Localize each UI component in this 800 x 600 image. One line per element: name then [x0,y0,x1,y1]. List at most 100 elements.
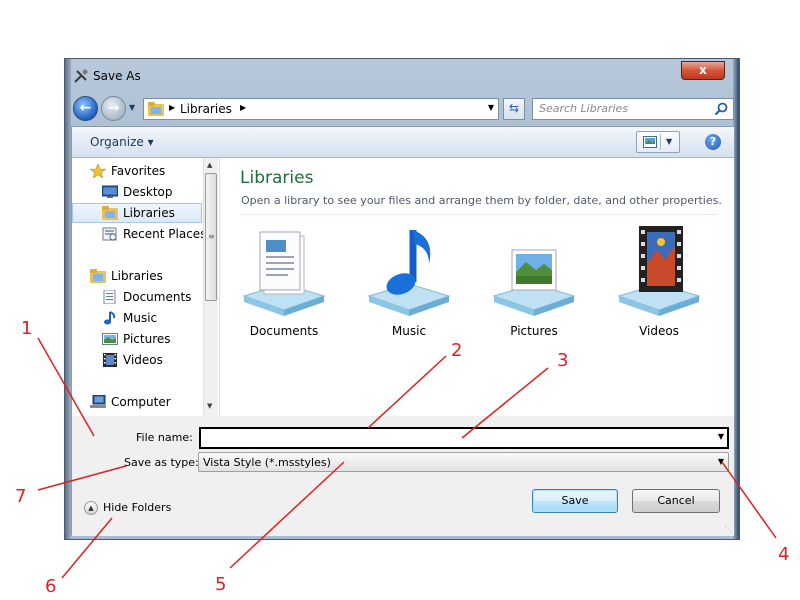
library-tile-pictures[interactable]: Pictures [484,224,584,344]
hide-folders-label: Hide Folders [103,501,172,514]
callout-label-3: 3 [557,350,569,371]
back-button[interactable]: ← [73,96,98,121]
sidebar-item-desktop[interactable]: Desktop [72,182,202,202]
recent-pages-dropdown-icon[interactable]: ▼ [129,103,137,113]
chevron-up-icon[interactable]: ▲ [84,501,98,515]
library-tile-label: Documents [249,324,319,338]
close-button[interactable]: x [681,61,725,80]
save-as-type-dropdown-icon[interactable]: ▼ [718,457,724,466]
sidebar-item-libraries-favorite[interactable]: Libraries [72,203,202,223]
sidebar-item-label: Music [123,311,158,325]
navigation-pane-scrollbar[interactable]: ▲ ≡ ▼ [203,158,218,416]
preview-pane-icon[interactable] [643,136,657,148]
sidebar-item-music[interactable]: Music [72,308,202,328]
pictures-library-icon [492,249,576,316]
callout-label-1: 1 [21,318,33,339]
title-bar[interactable]: Save As x [65,59,739,93]
change-view-button[interactable]: ▼ [636,131,680,153]
library-tile-label: Music [391,324,427,338]
save-button[interactable]: Save [532,489,618,513]
save-as-dialog: Save As x ← → ▼ ▶ Libraries ▶ ▼ ⇆ Search… [64,58,740,540]
sidebar-item-favorites[interactable]: Favorites [72,161,202,181]
sidebar-item-label: Libraries [123,206,175,220]
address-bar[interactable]: ▶ Libraries ▶ ▼ [143,98,499,120]
library-tile-videos[interactable]: Videos [609,224,709,344]
libraries-icon [102,206,118,220]
libraries-folder-icon [148,102,164,116]
sidebar-item-label: Recent Places [123,227,207,241]
breadcrumb-chevron-icon[interactable]: ▶ [169,103,175,112]
cancel-button[interactable]: Cancel [632,489,720,513]
computer-icon [90,395,106,408]
sidebar-item-label: Libraries [111,269,163,283]
save-as-type-select[interactable]: Vista Style (*.msstyles) ▼ [198,452,729,472]
file-name-input[interactable] [203,430,707,445]
content-pane: Libraries Open a library to see your fil… [222,158,734,416]
resize-grip-icon[interactable]: ⋱ [724,525,732,534]
forward-button[interactable]: → [101,96,126,121]
refresh-button[interactable]: ⇆ [503,98,525,120]
music-icon [104,311,116,325]
library-tile-music[interactable]: Music [359,224,459,344]
command-bar: Organize ▾ ▼ ? [72,127,734,158]
sidebar-item-videos[interactable]: Videos [72,350,202,370]
search-input[interactable] [537,101,709,116]
sidebar-item-label: Videos [123,353,163,367]
desktop-icon [102,185,118,198]
search-icon[interactable] [714,102,728,116]
sidebar-item-label: Documents [123,290,192,304]
scrollbar-thumb[interactable]: ≡ [205,173,217,301]
sidebar-item-libraries[interactable]: Libraries [72,266,202,286]
scroll-down-arrow-icon[interactable]: ▼ [207,402,212,410]
navigation-pane: Favorites Desktop Libraries Recent Place… [72,158,217,416]
library-tile-label: Videos [639,324,679,338]
content-divider [240,214,718,215]
view-button-separator [660,134,661,150]
pane-splitter[interactable] [219,158,220,416]
file-name-dropdown-icon[interactable]: ▼ [718,432,724,441]
callout-label-6: 6 [45,576,57,597]
breadcrumb-chevron-icon[interactable]: ▶ [240,103,246,112]
callout-label-2: 2 [451,340,463,361]
organize-menu[interactable]: Organize ▾ [90,135,154,149]
sidebar-item-label: Favorites [111,164,166,178]
breadcrumb-libraries[interactable]: Libraries [180,102,232,116]
sidebar-item-label: Computer [111,395,171,409]
recent-places-icon [102,227,117,241]
music-library-icon [367,230,451,316]
sidebar-item-pictures[interactable]: Pictures [72,329,202,349]
documents-icon [103,290,116,304]
content-description: Open a library to see your files and arr… [241,194,722,207]
dialog-body: Organize ▾ ▼ ? Favorites Desktop Librari… [71,126,735,536]
videos-icon [103,353,117,367]
content-title: Libraries [240,168,314,188]
file-name-combobox[interactable]: ▼ [199,427,729,449]
sidebar-item-label: Pictures [123,332,171,346]
search-box[interactable] [532,98,734,120]
sidebar-item-recent-places[interactable]: Recent Places [72,224,206,244]
star-icon [90,164,106,178]
address-dropdown-icon[interactable]: ▼ [488,103,494,112]
help-icon[interactable]: ? [705,134,721,150]
documents-library-icon [242,231,326,316]
save-as-type-label: Save as type: [124,456,199,469]
save-options-panel: File name: ▼ Save as type: Vista Style (… [72,416,734,536]
videos-library-icon [617,226,701,316]
save-as-type-value: Vista Style (*.msstyles) [203,456,331,469]
libraries-icon [90,269,106,283]
view-dropdown-icon[interactable]: ▼ [666,137,672,146]
navigation-bar: ← → ▼ ▶ Libraries ▶ ▼ ⇆ [71,95,735,123]
callout-label-7: 7 [15,486,27,507]
hide-folders-button[interactable]: ▲ Hide Folders [84,500,184,520]
sidebar-item-documents[interactable]: Documents [72,287,202,307]
window-title: Save As [93,69,141,83]
pictures-icon [102,333,118,345]
library-tile-documents[interactable]: Documents [234,224,334,344]
sidebar-item-computer[interactable]: Computer [72,392,202,412]
sidebar-item-label: Desktop [123,185,173,199]
callout-label-5: 5 [215,574,227,595]
library-tile-label: Pictures [510,324,558,338]
file-name-label: File name: [136,431,193,444]
application-icon [74,69,88,83]
scroll-up-arrow-icon[interactable]: ▲ [207,161,212,169]
